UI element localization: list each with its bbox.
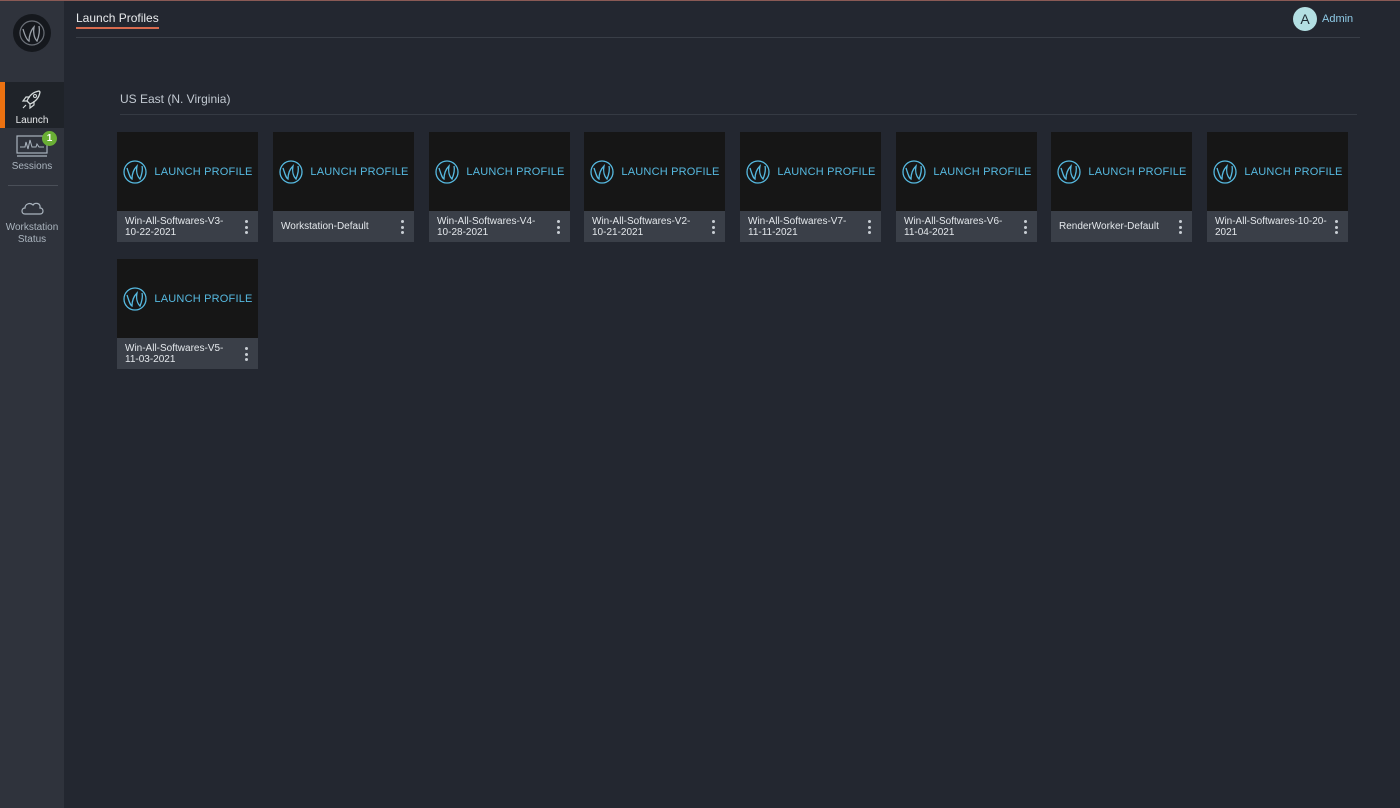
profile-card[interactable]: LAUNCH PROFILE Win-All-Softwares-V7-11-1… bbox=[740, 132, 881, 242]
profile-card[interactable]: LAUNCH PROFILE Workstation-Default bbox=[273, 132, 414, 242]
more-options-icon[interactable] bbox=[240, 218, 252, 236]
nimble-logo-icon bbox=[279, 159, 304, 184]
profile-card[interactable]: LAUNCH PROFILE Win-All-Softwares-V4-10-2… bbox=[429, 132, 570, 242]
profile-thumbnail[interactable]: LAUNCH PROFILE bbox=[896, 132, 1037, 211]
profile-card[interactable]: LAUNCH PROFILE Win-All-Softwares-V5-11-0… bbox=[117, 259, 258, 369]
user-menu[interactable]: A Admin bbox=[1293, 7, 1353, 31]
nimble-logo-icon bbox=[123, 286, 148, 311]
more-options-icon[interactable] bbox=[240, 345, 252, 363]
profile-name: Win-All-Softwares-V2-10-21-2021 bbox=[592, 215, 691, 239]
thumbnail-text: LAUNCH PROFILE bbox=[154, 165, 253, 178]
profile-thumbnail[interactable]: LAUNCH PROFILE bbox=[740, 132, 881, 211]
thumbnail-text: LAUNCH PROFILE bbox=[310, 165, 409, 178]
profile-card[interactable]: LAUNCH PROFILE Win-All-Softwares-10-20-2… bbox=[1207, 132, 1348, 242]
thumbnail-text: LAUNCH PROFILE bbox=[1088, 165, 1187, 178]
profile-name: Win-All-Softwares-V5-11-03-2021 bbox=[125, 342, 224, 366]
nimble-logo-icon bbox=[435, 159, 460, 184]
more-options-icon[interactable] bbox=[1330, 218, 1342, 236]
more-options-icon[interactable] bbox=[1019, 218, 1031, 236]
rocket-icon bbox=[21, 90, 41, 110]
profile-name: Win-All-Softwares-V3-10-22-2021 bbox=[125, 215, 224, 239]
sidebar-item-label: Sessions bbox=[11, 161, 53, 172]
cloud-icon bbox=[21, 202, 44, 215]
sidebar: Launch 1 Sessions Workstation Status bbox=[0, 1, 64, 808]
profile-name: Win-All-Softwares-10-20-2021 bbox=[1215, 215, 1327, 239]
profile-name: Workstation-Default bbox=[281, 221, 369, 233]
profile-name: RenderWorker-Default bbox=[1059, 221, 1159, 233]
more-options-icon[interactable] bbox=[552, 218, 564, 236]
nimble-logo-icon bbox=[590, 159, 615, 184]
more-options-icon[interactable] bbox=[707, 218, 719, 236]
profile-card[interactable]: LAUNCH PROFILE Win-All-Softwares-V2-10-2… bbox=[584, 132, 725, 242]
profile-thumbnail[interactable]: LAUNCH PROFILE bbox=[584, 132, 725, 211]
profile-card[interactable]: LAUNCH PROFILE Win-All-Softwares-V6-11-0… bbox=[896, 132, 1037, 242]
nimble-logo-icon bbox=[746, 159, 771, 184]
thumbnail-text: LAUNCH PROFILE bbox=[466, 165, 565, 178]
sidebar-item-workstation-status[interactable]: Workstation Status bbox=[0, 199, 64, 247]
profile-name: Win-All-Softwares-V6-11-04-2021 bbox=[904, 215, 1003, 239]
profile-card[interactable]: LAUNCH PROFILE RenderWorker-Default bbox=[1051, 132, 1192, 242]
top-border bbox=[0, 0, 1400, 1]
sidebar-item-sessions[interactable]: 1 Sessions bbox=[0, 131, 64, 175]
nimble-logo-icon bbox=[123, 159, 148, 184]
more-options-icon[interactable] bbox=[863, 218, 875, 236]
studio-logo[interactable] bbox=[13, 14, 51, 52]
region-title: US East (N. Virginia) bbox=[120, 92, 231, 106]
profile-card[interactable]: LAUNCH PROFILE Win-All-Softwares-V3-10-2… bbox=[117, 132, 258, 242]
profile-thumbnail[interactable]: LAUNCH PROFILE bbox=[429, 132, 570, 211]
sessions-count-badge: 1 bbox=[42, 131, 57, 146]
thumbnail-text: LAUNCH PROFILE bbox=[777, 165, 876, 178]
page-title: Launch Profiles bbox=[76, 12, 159, 29]
nimble-logo-icon bbox=[902, 159, 927, 184]
profile-thumbnail[interactable]: LAUNCH PROFILE bbox=[273, 132, 414, 211]
sidebar-item-launch[interactable]: Launch bbox=[0, 82, 64, 128]
more-options-icon[interactable] bbox=[1174, 218, 1186, 236]
avatar: A bbox=[1293, 7, 1317, 31]
header-divider bbox=[76, 37, 1360, 38]
user-name: Admin bbox=[1322, 13, 1354, 25]
profile-thumbnail[interactable]: LAUNCH PROFILE bbox=[1207, 132, 1348, 211]
thumbnail-text: LAUNCH PROFILE bbox=[933, 165, 1032, 178]
region-divider bbox=[120, 114, 1357, 115]
app-window: Launch 1 Sessions Workstation Status Lau… bbox=[0, 0, 1400, 808]
sidebar-item-label: Workstation Status bbox=[5, 222, 59, 245]
logo-mark-icon bbox=[19, 20, 45, 46]
profile-thumbnail[interactable]: LAUNCH PROFILE bbox=[117, 132, 258, 211]
sidebar-divider bbox=[8, 185, 58, 186]
profile-thumbnail[interactable]: LAUNCH PROFILE bbox=[117, 259, 258, 338]
sidebar-item-label: Launch bbox=[15, 115, 49, 126]
thumbnail-text: LAUNCH PROFILE bbox=[1244, 165, 1343, 178]
thumbnail-text: LAUNCH PROFILE bbox=[154, 292, 253, 305]
more-options-icon[interactable] bbox=[396, 218, 408, 236]
nimble-logo-icon bbox=[1057, 159, 1082, 184]
profile-thumbnail[interactable]: LAUNCH PROFILE bbox=[1051, 132, 1192, 211]
nimble-logo-icon bbox=[1213, 159, 1238, 184]
profile-name: Win-All-Softwares-V7-11-11-2021 bbox=[748, 215, 847, 239]
thumbnail-text: LAUNCH PROFILE bbox=[621, 165, 720, 178]
profile-name: Win-All-Softwares-V4-10-28-2021 bbox=[437, 215, 536, 239]
